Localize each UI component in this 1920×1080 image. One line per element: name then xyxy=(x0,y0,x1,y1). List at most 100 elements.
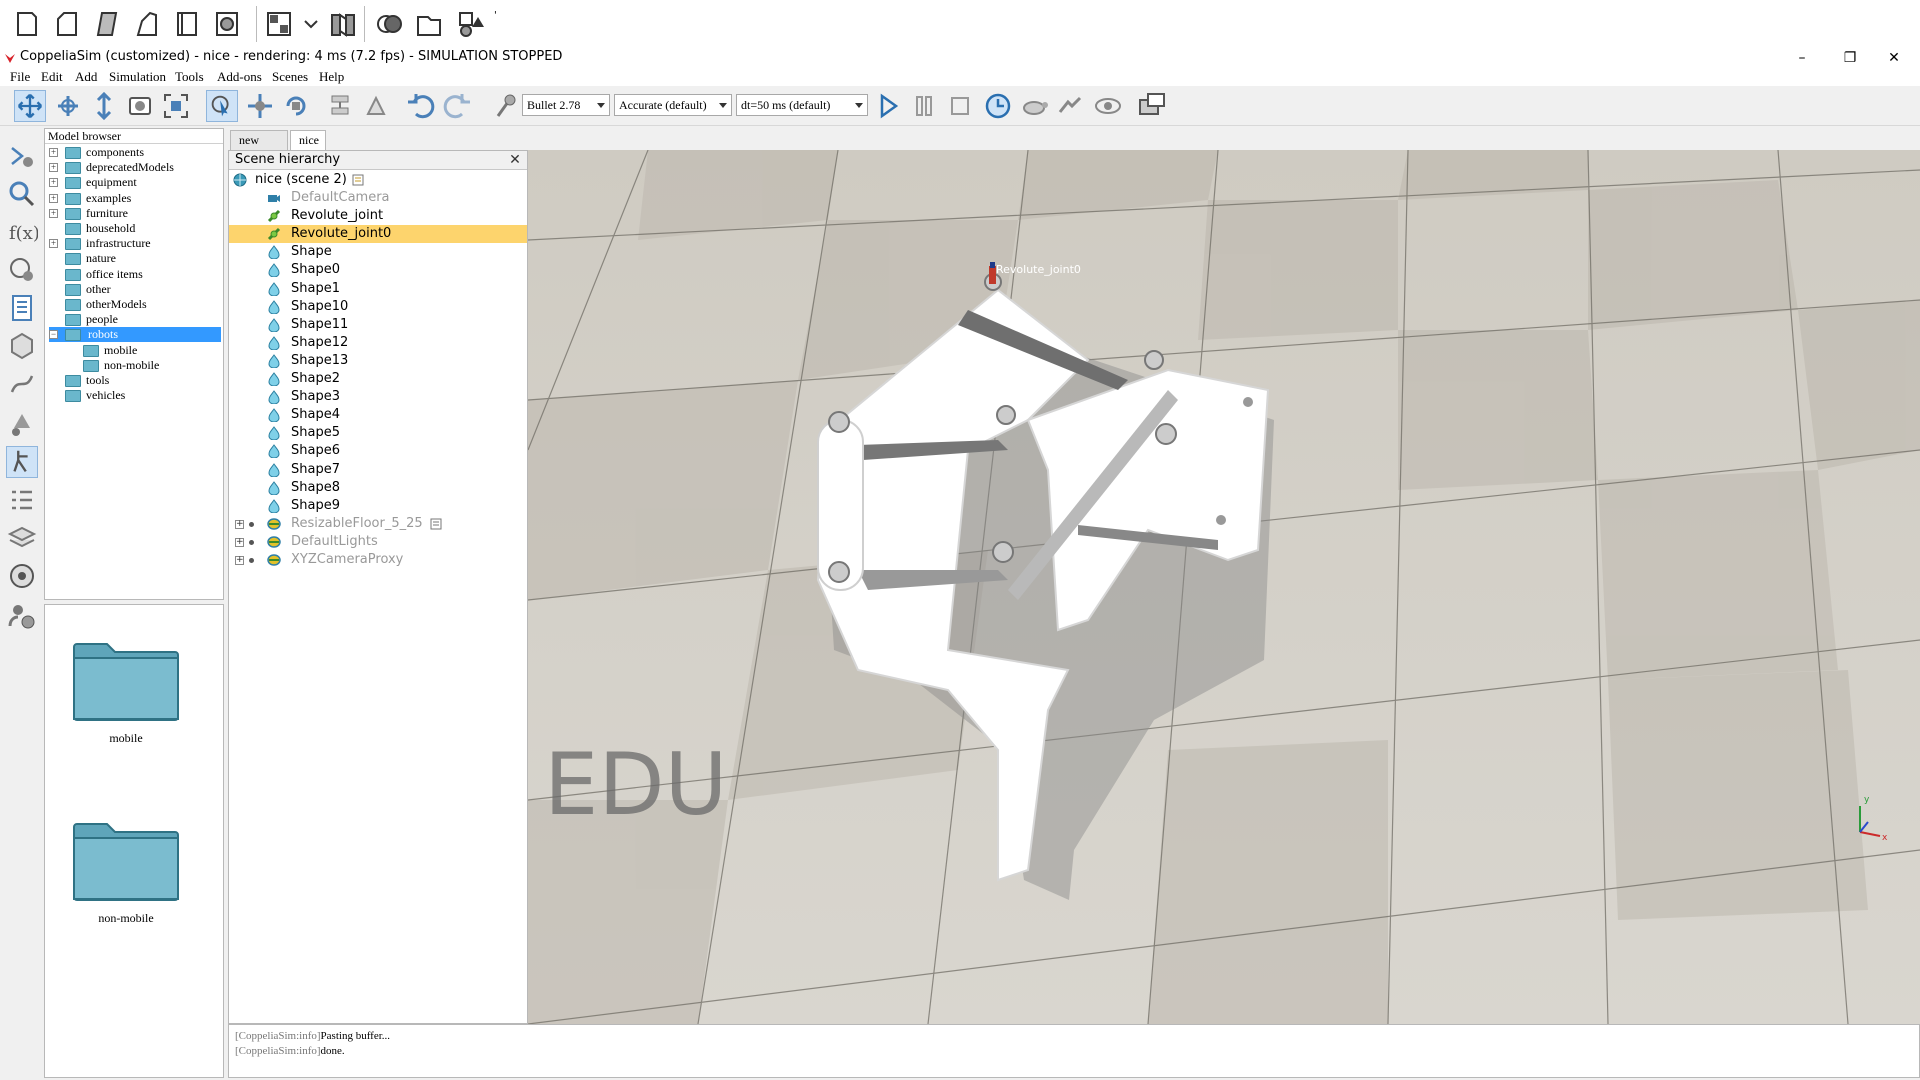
scene-script-icon[interactable] xyxy=(351,173,365,187)
menu-edit[interactable]: Edit xyxy=(41,69,63,85)
model-browser-item[interactable]: + infrastructure xyxy=(49,236,221,251)
visibility-dot[interactable] xyxy=(249,521,254,527)
expand-icon[interactable]: + xyxy=(49,208,58,218)
selection-list-icon[interactable] xyxy=(6,484,38,516)
menu-scenes[interactable]: Scenes xyxy=(272,69,308,85)
menu-file[interactable]: File xyxy=(10,69,30,85)
object-rotate-icon[interactable] xyxy=(280,90,312,122)
timestep-select[interactable]: dt=50 ms (default) xyxy=(736,94,868,116)
thumbnail-mobile[interactable]: mobile xyxy=(71,641,181,746)
menu-tools[interactable]: Tools xyxy=(175,69,204,85)
model-browser-item[interactable]: + examples xyxy=(49,191,221,206)
boolean-icon[interactable] xyxy=(374,9,404,39)
menu-addons[interactable]: Add-ons xyxy=(217,69,262,85)
expand-icon[interactable]: + xyxy=(235,556,244,565)
menu-add[interactable]: Add xyxy=(75,69,97,85)
model-browser-item[interactable]: vehicles xyxy=(49,388,221,403)
visibility-dot[interactable] xyxy=(249,558,254,563)
scene-object-shape4[interactable]: Shape4 xyxy=(229,406,527,424)
redo-icon[interactable] xyxy=(442,90,474,122)
model-browser-item[interactable]: tools xyxy=(49,373,221,388)
scene-object-shape11[interactable]: Shape11 xyxy=(229,316,527,334)
ui-toggle-icon[interactable] xyxy=(1136,90,1168,122)
layout-icon[interactable] xyxy=(264,9,294,39)
video-recorder-icon[interactable] xyxy=(6,560,38,592)
play-icon[interactable] xyxy=(872,90,904,122)
search-icon[interactable] xyxy=(6,178,38,210)
shapes-icon[interactable] xyxy=(456,9,486,39)
new-scene-icon[interactable] xyxy=(12,9,42,39)
expand-icon[interactable]: + xyxy=(49,163,58,173)
scene-object-shape12[interactable]: Shape12 xyxy=(229,334,527,352)
layers-icon[interactable] xyxy=(6,522,38,554)
fit-to-view-icon[interactable] xyxy=(160,90,192,122)
scene-object-defaultcamera[interactable]: DefaultCamera xyxy=(229,189,527,207)
user-settings-icon[interactable] xyxy=(6,600,38,632)
model-browser-item[interactable]: − robots xyxy=(49,327,221,343)
tab-nice[interactable]: nice xyxy=(290,130,326,150)
scene-object-shape0[interactable]: Shape0 xyxy=(229,261,527,279)
camera-zoom-icon[interactable] xyxy=(88,90,120,122)
model-browser-item[interactable]: office items xyxy=(49,267,221,282)
assemble-icon[interactable] xyxy=(324,90,356,122)
menu-help[interactable]: Help xyxy=(319,69,344,85)
scene-object-shape6[interactable]: Shape6 xyxy=(229,442,527,460)
physics-engine-select[interactable]: Bullet 2.78 xyxy=(522,94,610,116)
model-browser-item[interactable]: + components xyxy=(49,145,221,160)
scene-object-shape1[interactable]: Shape1 xyxy=(229,280,527,298)
scene-object-shape[interactable]: Shape xyxy=(229,243,527,261)
model-browser-item[interactable]: + equipment xyxy=(49,175,221,190)
open-scene-icon[interactable] xyxy=(52,9,82,39)
object-shift-icon[interactable] xyxy=(244,90,276,122)
minimize-button[interactable]: – xyxy=(1782,48,1822,68)
simulation-settings-icon[interactable] xyxy=(6,140,38,172)
dynamics-toggle-icon[interactable] xyxy=(488,90,520,122)
scene-object-shape7[interactable]: Shape7 xyxy=(229,461,527,479)
expand-icon[interactable]: + xyxy=(49,239,58,249)
collections-icon[interactable] xyxy=(6,408,38,440)
scene-object-shape13[interactable]: Shape13 xyxy=(229,352,527,370)
model-browser-item[interactable]: household xyxy=(49,221,221,236)
chevron-down-icon[interactable] xyxy=(296,9,326,39)
model-script-icon[interactable] xyxy=(429,517,443,531)
scene-object-shape8[interactable]: Shape8 xyxy=(229,479,527,497)
document-icon[interactable] xyxy=(6,292,38,324)
scene-object-shape3[interactable]: Shape3 xyxy=(229,388,527,406)
click-select-icon[interactable] xyxy=(206,90,238,122)
thumbnail-non-mobile[interactable]: non-mobile xyxy=(71,821,181,926)
visibility-dot[interactable] xyxy=(249,539,254,545)
visualization-icon[interactable] xyxy=(1092,90,1124,122)
save-scene-icon[interactable] xyxy=(92,9,122,39)
book-icon[interactable] xyxy=(328,9,358,39)
script-function-icon[interactable]: f(x) xyxy=(6,216,38,248)
scene-object-shape9[interactable]: Shape9 xyxy=(229,497,527,515)
menu-simulation[interactable]: Simulation xyxy=(109,69,166,85)
scene-object-resizablefloor-5-25[interactable]: + ResizableFloor_5_25 xyxy=(229,515,527,533)
slow-down-icon[interactable] xyxy=(1018,90,1050,122)
scene-viewport[interactable]: Revolute_joint0 EDU y x xyxy=(528,150,1920,1024)
close-button[interactable]: ✕ xyxy=(1874,48,1914,68)
scene-object-revolute-joint[interactable]: Revolute_joint xyxy=(229,207,527,225)
close-icon[interactable]: ✕ xyxy=(507,152,523,168)
model-browser-item[interactable]: nature xyxy=(49,251,221,266)
scene-root[interactable]: nice (scene 2) xyxy=(229,171,527,189)
tab-new-scene[interactable]: new scene xyxy=(230,130,288,165)
speed-up-icon[interactable] xyxy=(1054,90,1086,122)
scene-object-shape2[interactable]: Shape2 xyxy=(229,370,527,388)
scene-object-shape5[interactable]: Shape5 xyxy=(229,424,527,442)
expand-icon[interactable]: + xyxy=(235,537,244,547)
pages-icon[interactable] xyxy=(172,9,202,39)
camera-angle-icon[interactable] xyxy=(124,90,156,122)
shape-edit-icon[interactable] xyxy=(6,330,38,362)
expand-icon[interactable]: + xyxy=(49,193,58,203)
folder-open-icon[interactable] xyxy=(414,9,444,39)
expand-icon[interactable]: + xyxy=(49,148,58,157)
model-browser-item[interactable]: otherModels xyxy=(49,297,221,312)
expand-icon[interactable]: + xyxy=(49,178,58,188)
path-edit-icon[interactable] xyxy=(6,368,38,400)
disc-icon[interactable] xyxy=(212,9,242,39)
expand-icon[interactable]: + xyxy=(235,519,244,529)
stop-icon[interactable] xyxy=(944,90,976,122)
scene-object-xyzcameraproxy[interactable]: + XYZCameraProxy xyxy=(229,551,527,569)
scene-object-defaultlights[interactable]: + DefaultLights xyxy=(229,533,527,551)
